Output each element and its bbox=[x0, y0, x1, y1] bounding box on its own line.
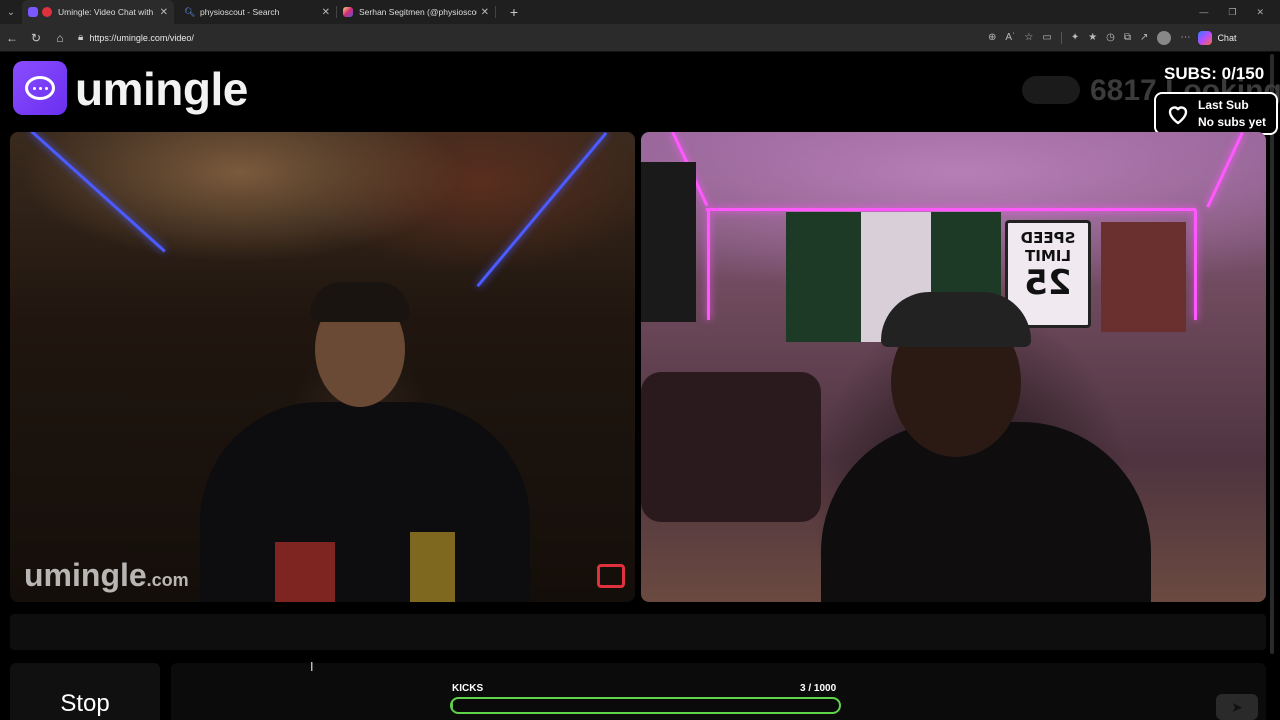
led-strip bbox=[706, 208, 1196, 211]
favorite-star-icon[interactable]: ☆ bbox=[1024, 32, 1033, 43]
video-watermark: umingle.com bbox=[24, 557, 189, 594]
tab-title: Serhan Segitmen (@physioscout) bbox=[359, 7, 477, 17]
home-icon[interactable]: ⌂ bbox=[48, 31, 72, 45]
close-tab-icon[interactable]: ✕ bbox=[318, 7, 330, 18]
led-strip bbox=[476, 132, 608, 288]
tab-list-chevron-icon[interactable]: ⌄ bbox=[0, 0, 22, 24]
mode-toggle[interactable] bbox=[1022, 76, 1080, 104]
page-scrollbar[interactable] bbox=[1270, 54, 1274, 654]
profile-avatar[interactable] bbox=[1157, 30, 1172, 45]
tab-umingle[interactable]: Umingle: Video Chat with Stra ✕ bbox=[22, 0, 174, 24]
self-video: SPEED LIMIT 25 bbox=[641, 132, 1266, 602]
copilot-icon bbox=[1198, 30, 1213, 45]
kicks-progress-fill bbox=[452, 699, 454, 712]
close-window-icon[interactable]: ✕ bbox=[1256, 7, 1264, 18]
person-torso bbox=[821, 422, 1151, 602]
extensions-icon[interactable]: ✦ bbox=[1071, 32, 1079, 43]
led-strip bbox=[707, 210, 710, 320]
led-strip bbox=[1206, 132, 1244, 208]
tab-title: physioscout - Search bbox=[200, 7, 280, 17]
sign-line: SPEED bbox=[1020, 229, 1076, 247]
heart-icon bbox=[1168, 105, 1188, 124]
chat-message-area[interactable] bbox=[10, 614, 1266, 650]
minimize-icon[interactable]: — bbox=[1199, 7, 1208, 18]
url-field[interactable]: 🔒︎ https://umingle.com/video/ bbox=[78, 28, 988, 48]
tab-instagram[interactable]: Serhan Segitmen (@physioscout) ✕ bbox=[337, 0, 495, 24]
poster bbox=[1101, 222, 1186, 332]
address-bar-actions: ⊕ Aˈ ☆ ▭ ✦ ★ ◷ ⧉ ↗ ⋯ bbox=[988, 30, 1190, 45]
chat-bubble-icon bbox=[25, 76, 55, 100]
instagram-favicon-icon bbox=[343, 7, 353, 17]
more-menu-icon[interactable]: ⋯ bbox=[1180, 32, 1190, 43]
pirate-flag bbox=[641, 162, 696, 322]
tab-divider bbox=[495, 6, 496, 18]
last-sub-widget: Last Sub No subs yet bbox=[1154, 92, 1278, 135]
address-bar: ← ↻ ⌂ 🔒︎ https://umingle.com/video/ ⊕ Aˈ… bbox=[0, 24, 1280, 52]
read-aloud-icon[interactable]: Aˈ bbox=[1005, 32, 1015, 43]
screen-share-icon[interactable]: ▭ bbox=[1042, 32, 1051, 43]
back-arrow-icon[interactable]: ← bbox=[0, 31, 24, 45]
p-logo-icon bbox=[597, 564, 625, 588]
jacket-pattern bbox=[410, 532, 455, 602]
recording-icon bbox=[42, 7, 52, 17]
jacket-pattern bbox=[275, 542, 335, 602]
last-sub-value: No subs yet bbox=[1198, 114, 1267, 129]
watermark-suffix: .com bbox=[146, 570, 189, 590]
umingle-logo-icon[interactable] bbox=[13, 61, 67, 115]
last-sub-title: Last Sub bbox=[1198, 97, 1249, 112]
person-torso bbox=[200, 402, 530, 602]
browser-tab-bar: ⌄ Umingle: Video Chat with Stra ✕ 🔍︎ phy… bbox=[0, 0, 1280, 24]
send-button[interactable]: ➤ bbox=[1216, 694, 1258, 720]
couch bbox=[641, 372, 821, 522]
refresh-icon[interactable]: ↻ bbox=[24, 31, 48, 45]
search-favicon-icon: 🔍︎ bbox=[184, 7, 196, 17]
headphones bbox=[881, 292, 1031, 347]
headband bbox=[310, 282, 410, 322]
lock-icon: 🔒︎ bbox=[78, 32, 84, 43]
close-tab-icon[interactable]: ✕ bbox=[156, 7, 168, 18]
zoom-icon[interactable]: ⊕ bbox=[988, 32, 996, 43]
kicks-count: 3 / 1000 bbox=[800, 683, 837, 694]
led-strip bbox=[30, 132, 166, 253]
tab-search[interactable]: 🔍︎ physioscout - Search ✕ bbox=[178, 0, 336, 24]
new-tab-button[interactable]: + bbox=[502, 4, 526, 20]
text-cursor-icon: I bbox=[310, 660, 314, 674]
close-tab-icon[interactable]: ✕ bbox=[477, 7, 489, 18]
favorites-icon[interactable]: ★ bbox=[1088, 32, 1097, 43]
stop-button[interactable]: Stop bbox=[10, 663, 160, 720]
toolbar-divider bbox=[1060, 31, 1062, 44]
led-strip bbox=[1194, 210, 1197, 320]
share-icon[interactable]: ↗ bbox=[1140, 32, 1148, 43]
brand-wordmark[interactable]: umingle bbox=[75, 62, 248, 116]
kicks-label: KICKS bbox=[452, 683, 484, 694]
copilot-chat-button[interactable]: Chat bbox=[1198, 30, 1237, 45]
history-icon[interactable]: ◷ bbox=[1106, 32, 1115, 43]
watermark-main: umingle bbox=[24, 557, 147, 593]
collections-icon[interactable]: ⧉ bbox=[1124, 32, 1131, 43]
sign-line: 25 bbox=[1024, 263, 1072, 303]
tab-title: Umingle: Video Chat with Stra bbox=[58, 7, 156, 17]
restore-icon[interactable]: ❐ bbox=[1228, 7, 1236, 18]
url-text: https://umingle.com/video/ bbox=[89, 32, 194, 43]
umingle-favicon-icon bbox=[28, 7, 38, 17]
flag-green bbox=[786, 212, 861, 342]
kicks-progress-bar bbox=[450, 697, 841, 714]
chat-label: Chat bbox=[1217, 32, 1237, 43]
stranger-video: umingle.com bbox=[10, 132, 635, 602]
window-controls: — ❐ ✕ bbox=[1199, 7, 1280, 18]
subs-counter: SUBS: 0/150 bbox=[1164, 64, 1265, 83]
send-icon: ➤ bbox=[1231, 698, 1243, 715]
